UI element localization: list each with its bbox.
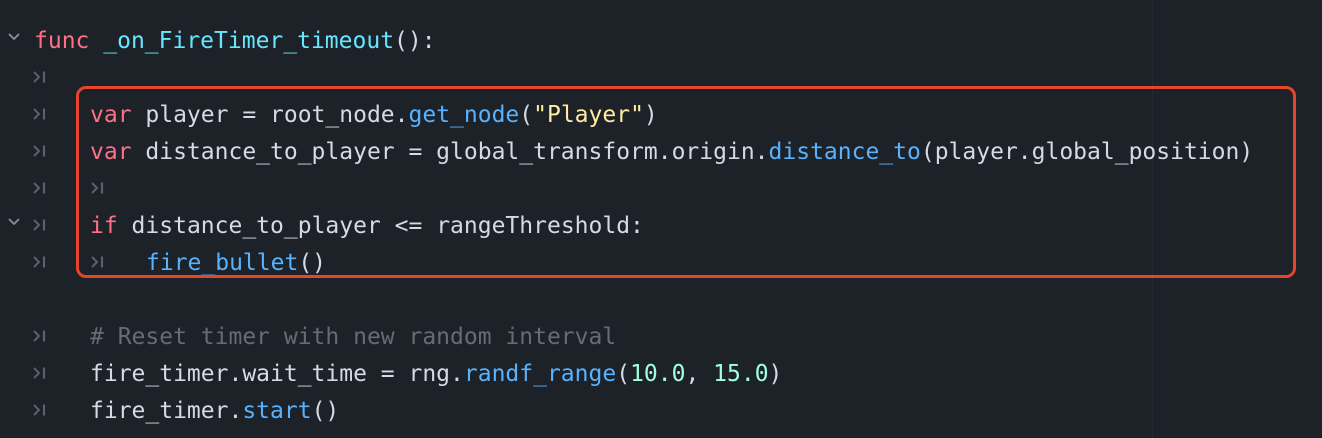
code-editor[interactable]: func _on_FireTimer_timeout(): var player … bbox=[0, 0, 1322, 438]
code-token: (): bbox=[394, 28, 436, 54]
code-token: fire_timer.wait_time = rng. bbox=[90, 361, 464, 387]
tab-indent-icon bbox=[32, 329, 48, 343]
fold-chevron-icon[interactable] bbox=[8, 31, 20, 43]
code-text[interactable]: fire_bullet() bbox=[146, 245, 326, 282]
tab-indent-icon bbox=[32, 70, 48, 84]
code-token: ) bbox=[768, 361, 783, 387]
tab-indent-icon bbox=[32, 255, 48, 269]
code-line[interactable]: # Reset timer with new random interval bbox=[0, 318, 1322, 355]
tab-indent-icon bbox=[90, 255, 106, 269]
code-token: () bbox=[311, 398, 340, 424]
fold-chevron-icon[interactable] bbox=[8, 216, 20, 228]
code-token: distance_to_player <= rangeThreshold: bbox=[117, 213, 644, 239]
code-text[interactable]: func _on_FireTimer_timeout(): bbox=[34, 23, 436, 60]
code-token: if bbox=[90, 213, 118, 239]
code-token: fire_timer. bbox=[90, 398, 243, 424]
tab-indent-icon bbox=[32, 366, 48, 380]
code-text[interactable]: fire_timer.start() bbox=[90, 393, 339, 430]
code-token: 15.0 bbox=[713, 361, 769, 387]
code-text[interactable]: # Reset timer with new random interval bbox=[90, 319, 616, 356]
code-line[interactable] bbox=[0, 281, 1322, 318]
code-line[interactable]: fire_timer.start() bbox=[0, 392, 1322, 429]
code-token: _on_FireTimer_timeout bbox=[103, 28, 395, 54]
code-token: fire_bullet bbox=[146, 250, 299, 276]
code-line[interactable]: if distance_to_player <= rangeThreshold: bbox=[0, 207, 1322, 244]
code-token: 10.0 bbox=[630, 361, 686, 387]
code-line[interactable]: fire_bullet() bbox=[0, 244, 1322, 281]
code-token: start bbox=[242, 398, 312, 424]
code-token: randf_range bbox=[463, 361, 617, 387]
tab-indent-icon bbox=[32, 181, 48, 195]
code-token: var bbox=[90, 139, 132, 165]
code-token: (player.global_position) bbox=[920, 139, 1254, 165]
tab-indent-icon bbox=[32, 403, 48, 417]
code-line[interactable]: fire_timer.wait_time = rng.randf_range(1… bbox=[0, 355, 1322, 392]
code-token: () bbox=[298, 250, 327, 276]
code-token: var bbox=[90, 102, 132, 128]
code-token: ) bbox=[643, 102, 658, 128]
code-token: func bbox=[34, 28, 90, 54]
code-text[interactable]: var player = root_node.get_node("Player"… bbox=[90, 97, 658, 134]
code-text[interactable]: var distance_to_player = global_transfor… bbox=[90, 134, 1253, 171]
code-line[interactable] bbox=[0, 170, 1322, 207]
code-line[interactable]: var player = root_node.get_node("Player"… bbox=[0, 96, 1322, 133]
tab-indent-icon bbox=[90, 181, 106, 195]
code-token: player = root_node. bbox=[131, 102, 409, 128]
code-token: , bbox=[685, 361, 714, 387]
code-token: ( bbox=[519, 102, 534, 128]
code-token: "Player" bbox=[533, 102, 644, 128]
tab-indent-icon bbox=[32, 144, 48, 158]
code-text[interactable]: if distance_to_player <= rangeThreshold: bbox=[90, 208, 644, 245]
tab-indent-icon bbox=[32, 107, 48, 121]
code-text[interactable]: fire_timer.wait_time = rng.randf_range(1… bbox=[90, 356, 782, 393]
code-line[interactable]: func _on_FireTimer_timeout(): bbox=[0, 22, 1322, 59]
code-token: distance_to_player = global_transform.or… bbox=[131, 139, 769, 165]
code-token: # Reset timer with new random interval bbox=[90, 324, 617, 350]
tab-indent-icon bbox=[32, 218, 48, 232]
code-line[interactable] bbox=[0, 59, 1322, 96]
code-line[interactable]: var distance_to_player = global_transfor… bbox=[0, 133, 1322, 170]
code-token: ( bbox=[616, 361, 631, 387]
code-token: distance_to bbox=[768, 139, 921, 165]
code-token: get_node bbox=[408, 102, 520, 128]
